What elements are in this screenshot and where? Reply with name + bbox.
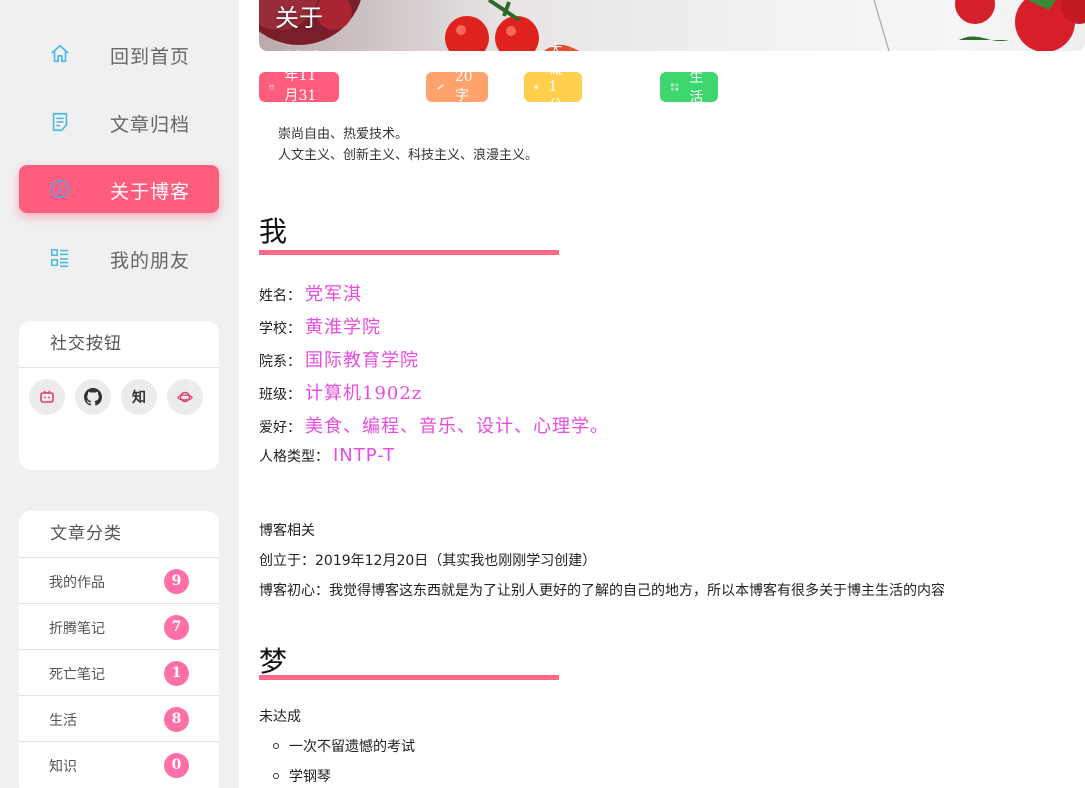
bilibili-button[interactable]: [29, 379, 65, 415]
categories-card: 文章分类 我的作品 9 折腾笔记 7 死亡笔记 1 生活 8 知识 0: [19, 511, 219, 788]
banner-title: 关于: [275, 4, 323, 32]
home-icon: [51, 44, 69, 63]
post-date: 2019年11月31日: [284, 49, 321, 124]
list-item: 学钢琴: [273, 766, 331, 786]
bullet-icon: [273, 743, 279, 749]
category-item[interactable]: 生活 8: [19, 696, 219, 742]
post-category: 生活: [689, 70, 704, 106]
fruit-illustration: [259, 0, 1085, 51]
profile-value: 国际教育学院: [305, 350, 419, 371]
nav-home[interactable]: 回到首页: [19, 30, 219, 78]
date-badge: 2019年11月31日: [259, 49, 339, 124]
clock-icon: [534, 85, 539, 89]
info-icon: [50, 179, 70, 199]
profile-key: 院系：: [259, 354, 301, 370]
profile-key: 人格类型：: [259, 449, 329, 465]
list-item-text: 学钢琴: [289, 769, 331, 785]
banner-image: 关于: [259, 0, 1085, 51]
nav-about-label: 关于博客: [110, 181, 191, 203]
zhihu-button[interactable]: 知: [121, 379, 157, 415]
main-content: 关于 2019年11月31日 20 字 大概 1 分钟 生活 崇尚自由、热爱技术…: [259, 0, 1085, 788]
social-buttons: 知: [29, 379, 203, 415]
stat-categories: 4: [116, 0, 124, 2]
category-name: 折腾笔记: [49, 621, 105, 637]
list-item-text: 一次不留遗憾的考试: [289, 739, 415, 755]
profile-value: 党军淇: [305, 284, 362, 305]
category-icon: [670, 83, 679, 91]
section-heading-dream: 梦: [259, 645, 288, 678]
list-item: 一次不留遗憾的考试: [273, 736, 415, 756]
nav-home-label: 回到首页: [110, 46, 191, 68]
nav-archive[interactable]: 文章归档: [19, 98, 219, 146]
archive-icon: [52, 112, 68, 132]
category-item[interactable]: 我的作品 9: [19, 558, 219, 604]
category-name: 知识: [49, 759, 77, 775]
calendar-icon: [269, 84, 275, 90]
category-count-badge: 9: [164, 569, 189, 594]
bilibili-icon: [40, 390, 54, 403]
section-underline: [259, 675, 559, 680]
category-name: 生活: [49, 713, 77, 729]
profile-row: 班级： 计算机1902z: [259, 379, 422, 405]
github-icon: [84, 388, 102, 406]
profile-row: 爱好： 美食、编程、音乐、设计、心理学。: [259, 412, 609, 438]
profile-row: 人格类型： INTP-T: [259, 445, 395, 466]
post-word-count: 20 字: [454, 69, 473, 104]
profile-value: 计算机1902z: [305, 383, 423, 404]
nav-friends[interactable]: 我的朋友: [19, 234, 219, 282]
blog-section-title: 博客相关: [259, 523, 315, 539]
category-count-badge: 0: [164, 753, 189, 778]
category-name: 死亡笔记: [49, 667, 105, 683]
intro-line: 崇尚自由、热爱技术。: [278, 127, 409, 142]
category-count-badge: 8: [164, 707, 189, 732]
word-count-badge: 20 字: [426, 69, 488, 104]
categories-card-title: 文章分类: [19, 511, 219, 558]
friends-icon: [51, 249, 69, 267]
read-time-badge: 大概 1 分钟: [524, 42, 582, 134]
profile-value: 黄淮学院: [305, 317, 381, 338]
profile-key: 爱好：: [259, 420, 301, 436]
profile-value: 美食、编程、音乐、设计、心理学。: [305, 416, 609, 437]
section-heading-me: 我: [259, 215, 288, 248]
profile-key: 姓名：: [259, 288, 301, 304]
profile-key: 学校：: [259, 321, 301, 337]
planet-button[interactable]: [167, 379, 203, 415]
category-item[interactable]: 死亡笔记 1: [19, 650, 219, 696]
pen-icon: [436, 84, 445, 90]
stats-row: 30 4 0: [0, 0, 239, 6]
category-item[interactable]: 折腾笔记 7: [19, 604, 219, 650]
blog-created: 创立于：2019年12月20日（其实我也刚刚学习创建）: [259, 553, 597, 569]
zhihu-icon: 知: [132, 390, 146, 406]
nav-friends-label: 我的朋友: [110, 250, 191, 272]
bullet-icon: [273, 773, 279, 779]
social-card: 社交按钮 知: [19, 321, 219, 470]
intro-line: 人文主义、创新主义、科技主义、浪漫主义。: [278, 148, 539, 163]
github-button[interactable]: [75, 379, 111, 415]
social-card-title: 社交按钮: [19, 321, 219, 368]
stat-articles: 30: [51, 0, 66, 2]
intro-text: 崇尚自由、热爱技术。 人文主义、创新主义、科技主义、浪漫主义。: [278, 124, 538, 166]
post-read-time: 大概 1 分钟: [548, 42, 563, 134]
profile-key: 班级：: [259, 387, 301, 403]
stat-tags: 0: [175, 0, 183, 2]
category-name: 我的作品: [49, 575, 105, 591]
profile-row: 院系： 国际教育学院: [259, 346, 419, 372]
category-badge[interactable]: 生活: [660, 70, 718, 106]
planet-icon: [177, 391, 193, 403]
profile-value: INTP-T: [333, 445, 396, 466]
nav-archive-label: 文章归档: [110, 114, 191, 136]
category-count-badge: 7: [164, 615, 189, 640]
profile-row: 姓名： 党军淇: [259, 280, 362, 306]
section-underline: [259, 250, 559, 255]
category-item[interactable]: 知识 0: [19, 742, 219, 788]
profile-row: 学校： 黄淮学院: [259, 313, 381, 339]
blog-purpose: 博客初心：我觉得博客这东西就是为了让别人更好的了解的自己的地方，所以本博客有很多…: [259, 583, 945, 599]
sidebar: 30 4 0 回到首页 文章归档 关于博客 我的朋友 社交按钮 知: [0, 0, 239, 788]
category-count-badge: 1: [164, 661, 189, 686]
dream-subtitle: 未达成: [259, 709, 301, 725]
nav-about[interactable]: 关于博客: [19, 165, 219, 213]
